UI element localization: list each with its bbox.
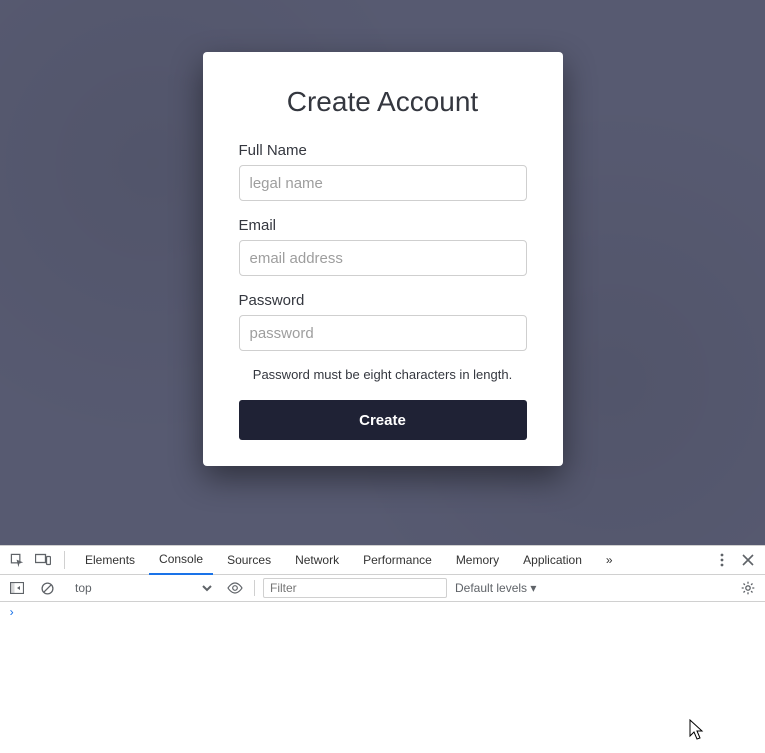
divider xyxy=(254,580,255,596)
fullname-field: Full Name xyxy=(239,142,527,201)
filter-input[interactable] xyxy=(263,578,447,598)
create-account-card: Create Account Full Name Email Password … xyxy=(203,52,563,466)
tab-network[interactable]: Network xyxy=(285,546,349,574)
tab-more[interactable]: » xyxy=(596,546,623,574)
password-label: Password xyxy=(239,292,527,309)
console-sidebar-toggle-icon[interactable] xyxy=(6,577,28,599)
console-prompt: › xyxy=(8,606,15,620)
password-field: Password xyxy=(239,292,527,351)
device-toolbar-icon[interactable] xyxy=(32,549,54,571)
tab-console[interactable]: Console xyxy=(149,545,213,575)
tab-memory[interactable]: Memory xyxy=(446,546,509,574)
context-selector[interactable]: top xyxy=(66,578,216,598)
log-levels-dropdown[interactable]: Default levels ▾ xyxy=(455,581,536,595)
close-icon[interactable] xyxy=(737,549,759,571)
card-title: Create Account xyxy=(239,86,527,118)
console-settings-icon[interactable] xyxy=(737,577,759,599)
console-output[interactable]: › xyxy=(0,602,765,753)
devtools-panel: Elements Console Sources Network Perform… xyxy=(0,545,765,753)
kebab-menu-icon[interactable] xyxy=(711,549,733,571)
tab-sources[interactable]: Sources xyxy=(217,546,281,574)
fullname-label: Full Name xyxy=(239,142,527,159)
email-field: Email xyxy=(239,217,527,276)
clear-console-icon[interactable] xyxy=(36,577,58,599)
page-background: Create Account Full Name Email Password … xyxy=(0,0,765,545)
console-toolbar: top Default levels ▾ xyxy=(0,575,765,602)
email-input[interactable] xyxy=(239,240,527,276)
create-button[interactable]: Create xyxy=(239,400,527,440)
password-hint: Password must be eight characters in len… xyxy=(239,367,527,382)
tab-elements[interactable]: Elements xyxy=(75,546,145,574)
tab-application[interactable]: Application xyxy=(513,546,592,574)
divider xyxy=(64,551,65,569)
live-expression-icon[interactable] xyxy=(224,577,246,599)
tab-performance[interactable]: Performance xyxy=(353,546,442,574)
inspect-element-icon[interactable] xyxy=(6,549,28,571)
password-input[interactable] xyxy=(239,315,527,351)
devtools-tab-bar: Elements Console Sources Network Perform… xyxy=(0,546,765,575)
fullname-input[interactable] xyxy=(239,165,527,201)
email-label: Email xyxy=(239,217,527,234)
